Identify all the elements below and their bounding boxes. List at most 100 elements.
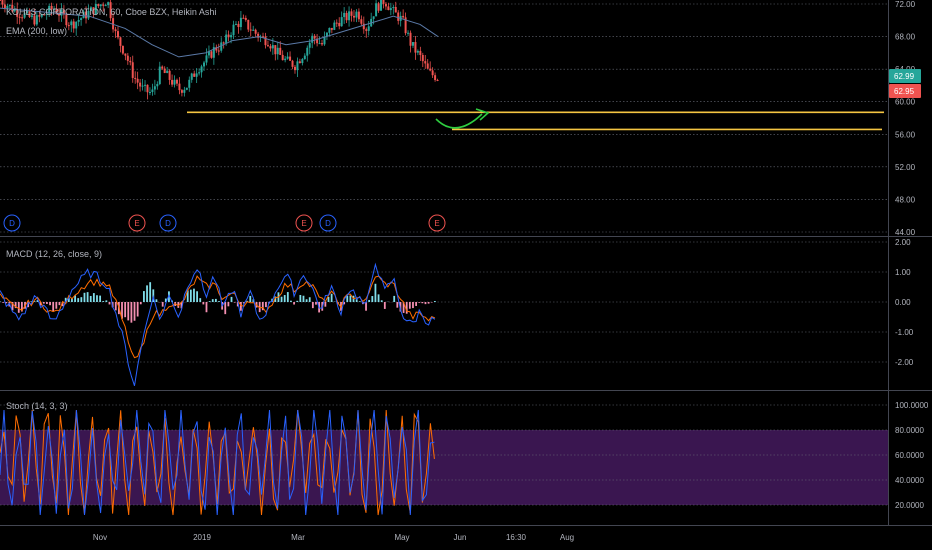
candle-body: [355, 11, 358, 18]
stoch-tick-label: 100.0000: [895, 401, 929, 410]
macd-histogram-bar: [80, 297, 83, 302]
macd-histogram-bar: [92, 293, 95, 302]
candle-body: [360, 19, 363, 24]
candle-body: [134, 77, 137, 79]
candle-body: [151, 89, 154, 93]
macd-histogram-bar: [293, 302, 295, 305]
candle-body: [156, 84, 159, 87]
candle-body: [409, 32, 412, 46]
candle-body: [328, 27, 331, 33]
candle-body: [392, 7, 395, 9]
macd-histogram-bar: [58, 302, 61, 306]
candle-body: [193, 73, 196, 77]
candle-body: [330, 27, 333, 30]
candle-body: [340, 17, 343, 27]
candle-body: [72, 21, 75, 29]
candle-body: [203, 62, 206, 67]
candle-body: [161, 66, 164, 69]
macd-histogram-bar: [211, 299, 214, 302]
candle-body: [153, 86, 156, 90]
price-tick-label: 68.00: [895, 33, 916, 42]
candle-body: [247, 19, 250, 30]
macd-histogram-bar: [415, 302, 417, 306]
candle-body: [119, 37, 122, 46]
time-tick-label: 16:30: [506, 533, 527, 542]
candle-body: [397, 12, 400, 21]
candle-body: [80, 18, 83, 20]
macd-histogram-bar: [396, 302, 399, 308]
candle-body: [303, 55, 306, 60]
macd-histogram-bar: [421, 302, 424, 304]
time-tick-label: May: [394, 533, 409, 542]
macd-histogram-bar: [52, 302, 55, 312]
candle-body: [121, 45, 124, 54]
macd-histogram-bar: [368, 299, 371, 302]
candle-body: [185, 87, 188, 90]
candle-body: [436, 79, 439, 81]
candle-body: [234, 23, 237, 25]
candle-body: [311, 35, 314, 43]
macd-histogram-bar: [214, 298, 217, 302]
candle-body: [254, 29, 257, 34]
candle-body: [198, 72, 201, 74]
symbol-legend[interactable]: KOHLS CORPORATION, 60, Cboe BZX, Heikin …: [6, 7, 216, 17]
candle-body: [75, 21, 78, 29]
candle-body: [99, 4, 102, 7]
candle-body: [136, 78, 139, 83]
candle-body: [426, 63, 429, 69]
chart-canvas[interactable]: D E D E D E KOHLS CORPORATION, 60, Cboe BZX, …: [0, 0, 932, 550]
macd-histogram-bar: [0, 301, 1, 302]
candle-body: [298, 61, 301, 64]
macd-histogram-bar: [161, 302, 164, 307]
svg-text:D: D: [9, 219, 15, 228]
candle-body: [249, 29, 252, 31]
svg-text:D: D: [325, 219, 331, 228]
candle-body: [77, 19, 80, 22]
macd-histogram-bar: [315, 302, 317, 305]
candle-body: [424, 61, 427, 64]
macd-histogram-bar: [283, 295, 286, 302]
candle-body: [291, 60, 294, 67]
ema-legend[interactable]: EMA (200, low): [6, 26, 67, 36]
macd-legend[interactable]: MACD (12, 26, close, 9): [6, 249, 102, 259]
candle-body: [8, 4, 11, 6]
candle-body: [345, 12, 348, 21]
candle-body: [114, 29, 117, 32]
macd-histogram-bar: [127, 302, 130, 321]
macd-histogram-bar: [114, 302, 117, 311]
candle-body: [308, 42, 311, 48]
candle-body: [407, 32, 410, 34]
candle-body: [230, 35, 233, 38]
macd-histogram-bar: [136, 302, 139, 317]
candle-body: [416, 50, 419, 53]
candle-body: [180, 90, 183, 93]
candle-body: [402, 15, 405, 18]
macd-histogram-bar: [433, 301, 436, 302]
macd-histogram-bar: [196, 291, 198, 302]
macd-histogram-bar: [233, 302, 236, 303]
macd-histogram-bar: [133, 302, 136, 321]
macd-histogram-bar: [130, 302, 133, 323]
macd-histogram-bar: [89, 295, 92, 302]
candle-body: [293, 66, 296, 71]
candle-body: [301, 59, 304, 64]
macd-histogram-bar: [230, 296, 233, 302]
candle-body: [372, 16, 375, 19]
candle-body: [225, 34, 228, 44]
macd-histogram-bar: [427, 302, 430, 304]
candle-body: [380, 0, 383, 11]
macd-histogram-bar: [155, 299, 158, 302]
candle-body: [190, 73, 193, 80]
candle-body: [232, 24, 235, 36]
candle-body: [338, 22, 341, 27]
macd-histogram-bar: [49, 302, 51, 306]
macd-histogram-bar: [17, 302, 20, 313]
candle-body: [431, 70, 434, 76]
candle-body: [144, 84, 147, 86]
macd-histogram-bar: [290, 300, 292, 302]
macd-tick-label: -1.00: [895, 328, 914, 337]
stoch-legend[interactable]: Stoch (14, 3, 3): [6, 401, 68, 411]
macd-histogram-bar: [86, 292, 89, 302]
macd-histogram-bar: [371, 296, 374, 302]
candle-body: [419, 50, 422, 56]
